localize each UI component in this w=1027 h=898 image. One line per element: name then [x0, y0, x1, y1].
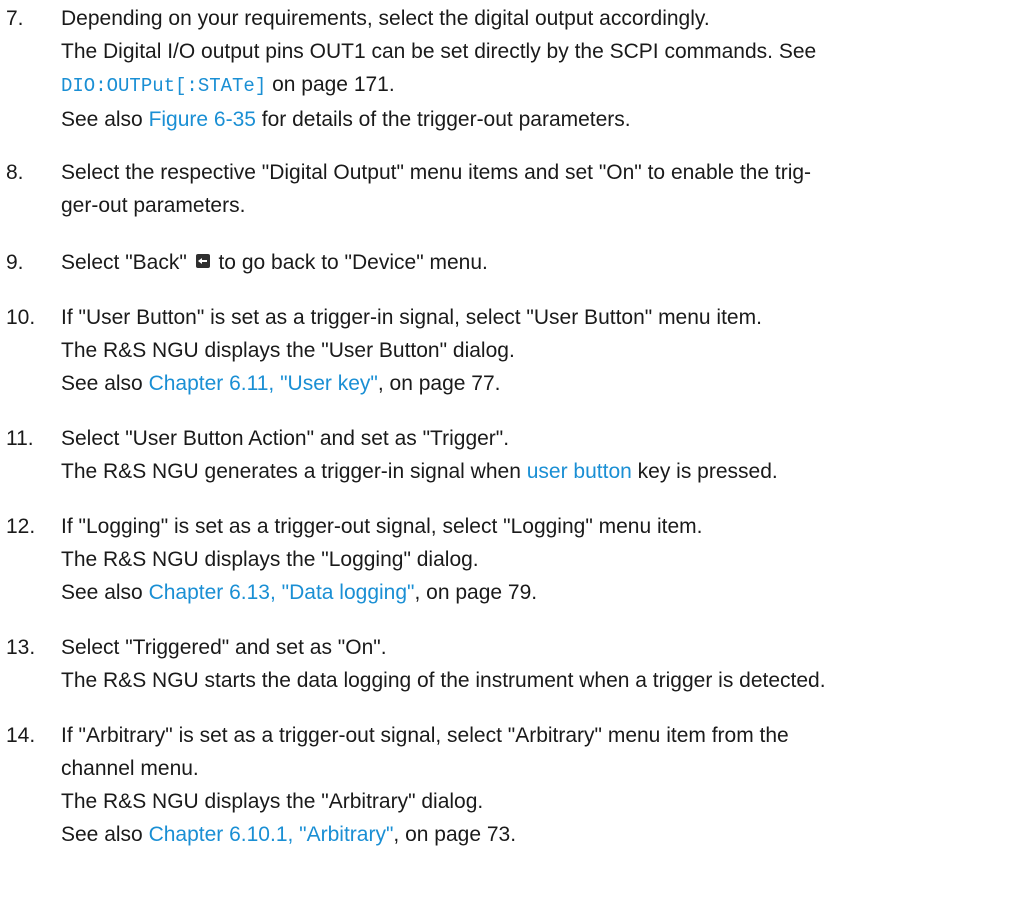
step-number: 8. — [6, 161, 24, 184]
step-14: 14. If "Arbitrary" is set as a trigger-o… — [6, 719, 1023, 851]
step-number: 10. — [6, 306, 36, 329]
step-text: Select "Back" — [61, 251, 193, 274]
step-8: 8. Select the respective "Digital Output… — [6, 156, 1023, 222]
step-12: 12. If "Logging" is set as a trigger-out… — [6, 510, 1023, 609]
scpi-command-link[interactable]: DIO:OUTPut[:STATe] — [61, 75, 266, 97]
chapter-link[interactable]: Chapter 6.11, "User key" — [149, 372, 378, 395]
step-text: The R&S NGU starts the data logging of t… — [61, 669, 826, 692]
step-number: 14. — [6, 724, 36, 747]
manual-page: 7. Depending on your requirements, selec… — [0, 0, 1027, 898]
step-text: The R&S NGU displays the "Logging" dialo… — [61, 548, 479, 571]
step-10: 10. If "User Button" is set as a trigger… — [6, 301, 1023, 400]
chapter-link[interactable]: Chapter 6.10.1, "Arbitrary" — [149, 823, 394, 846]
step-text: See also — [61, 581, 149, 604]
back-arrow-icon — [195, 254, 210, 269]
user-button-link[interactable]: user button — [527, 460, 632, 483]
step-text: , on page 73. — [393, 823, 517, 846]
step-text: Select the respective "Digital Output" m… — [61, 161, 812, 184]
step-text: ger-out parameters. — [61, 194, 246, 217]
step-text: , on page 77. — [377, 372, 501, 395]
step-text: to go back to "Device" menu. — [212, 251, 488, 274]
step-text: If "Arbitrary" is set as a trigger-out s… — [61, 724, 789, 747]
step-text: channel menu. — [61, 757, 199, 780]
step-number: 12. — [6, 515, 36, 538]
chapter-link[interactable]: Chapter 6.13, "Data logging" — [149, 581, 415, 604]
step-text: See also — [61, 108, 149, 131]
step-text: If "Logging" is set as a trigger-out sig… — [61, 515, 703, 538]
step-9: 9. Select "Back" to go back to "Device" … — [6, 246, 1023, 279]
step-text: The Digital I/O output pins OUT1 can be … — [61, 40, 817, 63]
step-text: Select "Triggered" and set as "On". — [61, 636, 387, 659]
step-text: If "User Button" is set as a trigger-in … — [61, 306, 762, 329]
step-number: 13. — [6, 636, 36, 659]
step-text: key is pressed. — [631, 460, 778, 483]
step-text: Depending on your requirements, select t… — [61, 7, 710, 30]
step-text: Select "User Button Action" and set as "… — [61, 427, 510, 450]
step-11: 11. Select "User Button Action" and set … — [6, 422, 1023, 488]
step-number: 9. — [6, 251, 24, 274]
step-text: The R&S NGU displays the "User Button" d… — [61, 339, 515, 362]
step-text: See also — [61, 372, 149, 395]
step-text: for details of the trigger-out parameter… — [255, 108, 631, 131]
step-number: 11. — [6, 427, 34, 450]
step-7: 7. Depending on your requirements, selec… — [6, 2, 1023, 136]
figure-link[interactable]: Figure 6-35 — [149, 108, 256, 131]
step-13: 13. Select "Triggered" and set as "On". … — [6, 631, 1023, 697]
step-text: , on page 79. — [414, 581, 538, 604]
step-text: See also — [61, 823, 149, 846]
step-text: The R&S NGU generates a trigger-in signa… — [61, 460, 527, 483]
step-text: on page 171. — [266, 73, 395, 96]
step-text: The R&S NGU displays the "Arbitrary" dia… — [61, 790, 484, 813]
step-number: 7. — [6, 7, 24, 30]
